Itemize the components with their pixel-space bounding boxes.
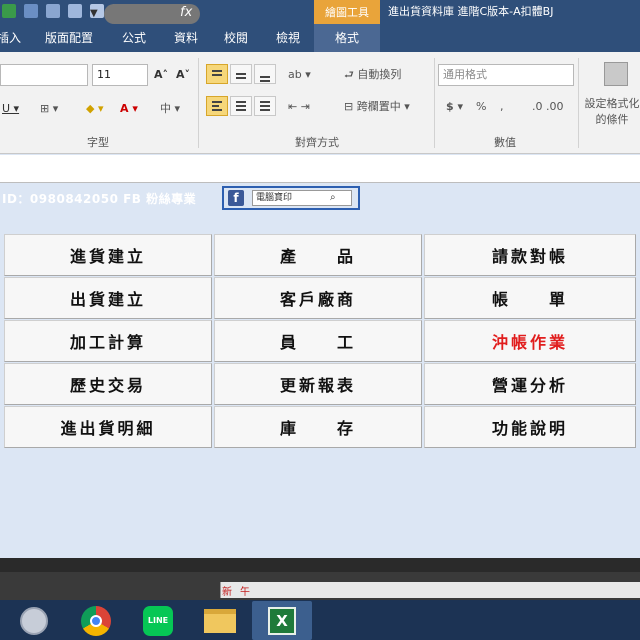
font-name-box[interactable]: [0, 64, 88, 86]
merge-center-button[interactable]: ⊟ 跨欄置中 ▾: [344, 96, 410, 118]
facebook-icon: f: [228, 190, 244, 206]
decimal-icon[interactable]: .0 .00: [532, 96, 564, 118]
align-left-icon[interactable]: [206, 96, 228, 116]
contact-info-text: ID：0980842050 FB 粉絲專業: [2, 192, 197, 206]
ribbon: 11 A˄ A˅ U ▾ ⊞ ▾ ◆ ▾ A ▾ 中 ▾ 字型 ab ▾ ⇤ ⇥…: [0, 52, 640, 154]
formula-bar: [0, 155, 640, 183]
border-icon[interactable]: ⊞ ▾: [40, 98, 58, 120]
menu-button-billing-reconcile[interactable]: 請款對帳: [424, 234, 636, 276]
currency-icon[interactable]: $ ▾: [446, 96, 463, 118]
print-preview-icon[interactable]: [68, 4, 82, 18]
ribbon-separator: [198, 58, 199, 148]
sheet-tab-strip: [220, 582, 640, 598]
name-box-dropdown-icon[interactable]: ▼: [90, 8, 98, 19]
menu-button-products[interactable]: 產 品: [214, 234, 422, 276]
menu-button-statements[interactable]: 帳 單: [424, 277, 636, 319]
shrink-font-icon[interactable]: A˅: [176, 64, 190, 86]
facebook-search-input[interactable]: 電腦寶印: [252, 190, 352, 206]
taskbar-chrome[interactable]: [66, 601, 126, 640]
conditional-format-icon[interactable]: [604, 62, 628, 86]
contextual-tab-drawing-tools: 繪圖工具: [314, 0, 380, 24]
sheet-tab[interactable]: 新: [222, 583, 232, 598]
merge-cells-icon: ⊟: [344, 100, 357, 113]
menu-button-processing-calc[interactable]: 加工計算: [4, 320, 212, 362]
excel-icon: X: [268, 606, 296, 635]
tab-data[interactable]: 資料: [166, 24, 206, 52]
ribbon-separator: [578, 58, 579, 148]
align-right-icon[interactable]: [254, 96, 276, 116]
menu-button-help[interactable]: 功能說明: [424, 406, 636, 448]
insert-function-icon[interactable]: fx: [180, 5, 192, 20]
horizontal-scrollbar[interactable]: [0, 558, 640, 572]
tab-review[interactable]: 校閱: [216, 24, 256, 52]
menu-button-operations-analysis[interactable]: 營運分析: [424, 363, 636, 405]
tab-format[interactable]: 格式: [314, 24, 380, 52]
phonetic-icon[interactable]: 中 ▾: [160, 98, 180, 120]
excel-app-icon[interactable]: [2, 4, 16, 18]
font-color-icon[interactable]: A ▾: [120, 98, 138, 120]
fill-color-icon[interactable]: ◆ ▾: [86, 98, 103, 120]
undo-icon[interactable]: [46, 4, 60, 18]
taskbar-line[interactable]: LINE: [128, 601, 188, 640]
chrome-icon: [81, 605, 111, 636]
align-bottom-icon[interactable]: [254, 64, 276, 84]
menu-button-customers-vendors[interactable]: 客戶廠商: [214, 277, 422, 319]
tab-page-layout[interactable]: 版面配置: [36, 24, 102, 52]
indent-icon[interactable]: ⇤ ⇥: [288, 96, 310, 118]
search-icon[interactable]: ⌕: [330, 190, 336, 206]
align-middle-icon[interactable]: [230, 64, 252, 84]
tab-view[interactable]: 檢視: [266, 24, 310, 52]
menu-button-write-off[interactable]: 沖帳作業: [424, 320, 636, 362]
save-icon[interactable]: [24, 4, 38, 18]
group-label-alignment: 對齊方式: [295, 136, 339, 149]
window-title: 進出貨資料庫 進階C版本-A扣體BJ: [388, 5, 554, 18]
underline-icon[interactable]: U ▾: [2, 98, 19, 120]
menu-button-employees[interactable]: 員 工: [214, 320, 422, 362]
merge-center-label: 跨欄置中: [356, 100, 401, 113]
wrap-text-button[interactable]: ⮐ 自動換列: [344, 64, 401, 86]
group-label-font: 字型: [87, 136, 109, 149]
line-icon: LINE: [143, 605, 173, 636]
percent-icon[interactable]: %: [476, 96, 486, 118]
menu-button-purchase-create[interactable]: 進貨建立: [4, 234, 212, 276]
taskbar-file-explorer[interactable]: [190, 601, 250, 640]
align-top-icon[interactable]: [206, 64, 228, 84]
conditional-format-label[interactable]: 設定格式化的條件: [584, 96, 640, 128]
menu-button-transaction-history[interactable]: 歷史交易: [4, 363, 212, 405]
ribbon-separator: [434, 58, 435, 148]
menu-button-inventory[interactable]: 庫 存: [214, 406, 422, 448]
align-center-icon[interactable]: [230, 96, 252, 116]
menu-button-shipment-create[interactable]: 出貨建立: [4, 277, 212, 319]
photo-viewer-icon: [20, 606, 48, 635]
taskbar-photo-viewer[interactable]: [4, 601, 64, 640]
taskbar-excel[interactable]: X: [252, 601, 312, 640]
wrap-text-icon: ⮐: [344, 68, 358, 81]
comma-icon[interactable]: ,: [500, 96, 504, 118]
orientation-icon[interactable]: ab ▾: [288, 64, 311, 86]
grow-font-icon[interactable]: A˄: [154, 64, 168, 86]
number-format-select[interactable]: 通用格式: [438, 64, 574, 86]
file-explorer-icon: [204, 608, 236, 633]
group-label-number: 數值: [494, 136, 516, 149]
font-size-box[interactable]: 11: [92, 64, 148, 86]
menu-button-update-reports[interactable]: 更新報表: [214, 363, 422, 405]
sheet-tab[interactable]: 午: [240, 583, 250, 598]
tab-formulas[interactable]: 公式: [112, 24, 156, 52]
wrap-text-label: 自動換列: [357, 68, 402, 81]
ribbon-tab-bar: 插入 版面配置 公式 資料 校閱 檢視 格式: [0, 24, 640, 52]
tab-insert[interactable]: 插入: [0, 24, 24, 52]
menu-button-inout-details[interactable]: 進出貨明細: [4, 406, 212, 448]
